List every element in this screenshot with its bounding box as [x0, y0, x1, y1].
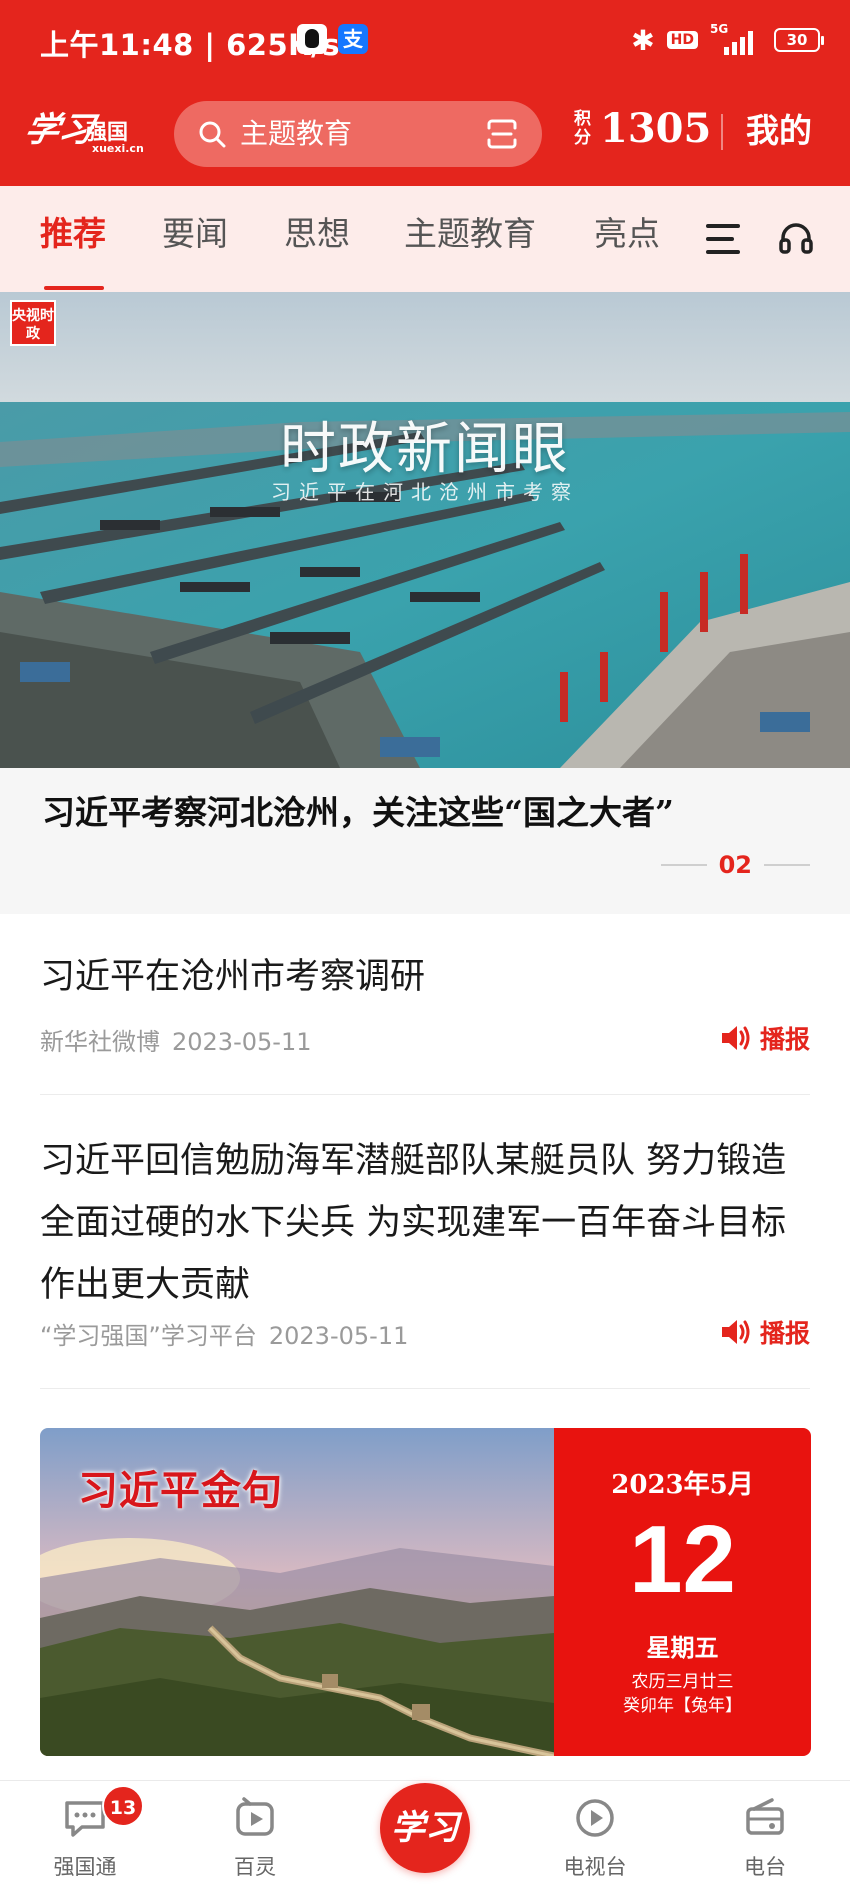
quote-title: 习近平金句 [78, 1467, 283, 1514]
article-title: 习近平回信勉励海军潜艇部队某艇员队 努力锻造全面过硬的水下尖兵 为实现建军一百年… [40, 1141, 787, 1305]
nav-label: 电台 [744, 1855, 786, 1879]
broadcast-label: 播报 [759, 1319, 810, 1348]
article-title: 习近平在沧州市考察调研 [40, 957, 426, 997]
status-right: ✱ HD 5G 30 [631, 20, 824, 60]
battery-icon: 30 [774, 28, 824, 52]
app-header: 上午11:48 | 625K/s 支 ✱ HD 5G 30 学习 强国 xuex… [0, 0, 850, 186]
radio-icon [746, 1798, 784, 1835]
tab-indicator [44, 286, 104, 290]
channel-tabs: 推荐 要闻 思想 主题教育 亮点 [0, 186, 850, 292]
menu-icon[interactable] [706, 224, 740, 254]
hd-icon: HD [666, 31, 698, 49]
hero-image [0, 292, 850, 768]
mine-button[interactable]: 我的 [746, 106, 812, 156]
page-indicator: 02 [660, 850, 810, 880]
search-icon [199, 121, 226, 148]
headphones-icon[interactable] [778, 220, 814, 256]
divider [721, 114, 723, 150]
lunar-date: 农历三月廿三 [631, 1672, 734, 1692]
qq-icon [297, 24, 327, 54]
alipay-icon: 支 [338, 24, 368, 54]
article-date: 2023-05-11 [268, 1322, 409, 1350]
score-label: 积分 [574, 109, 591, 148]
article-source: 新华社微博 [40, 1028, 160, 1056]
article-item[interactable]: 习近平在沧州市考察调研 新华社微博 2023-05-11 播报 [40, 946, 810, 1066]
nav-label: 强国通 [53, 1855, 117, 1879]
source-badge: 央视时政 [10, 300, 56, 346]
article-meta: 新华社微博 2023-05-11 [40, 1022, 311, 1057]
article-item[interactable]: 习近平回信勉励海军潜艇部队某艇员队 努力锻造全面过硬的水下尖兵 为实现建军一百年… [40, 1130, 810, 1350]
video-icon [236, 1797, 274, 1836]
hero-subtitle: 习近平在河北沧州市考察 [271, 480, 579, 504]
date-weekday: 星期五 [646, 1633, 719, 1662]
lunar-year: 癸卯年【兔年】 [623, 1696, 742, 1716]
hero-caption-text: 习近平考察河北沧州，关注这些“国之大者” [42, 793, 674, 832]
quote-card[interactable]: 习近平金句 2023年5月 12 星期五 农历三月廿三 癸卯年【兔年】 [40, 1428, 811, 1756]
scan-icon[interactable] [486, 118, 518, 150]
score-value: 1305 [600, 105, 712, 152]
broadcast-button[interactable]: 播报 [720, 1020, 810, 1056]
xuexi-home-button[interactable]: 学习 [380, 1783, 470, 1873]
status-bar: 上午11:48 | 625K/s 支 ✱ HD 5G 30 [0, 0, 850, 84]
nav-radio[interactable]: 电台 [680, 1781, 850, 1889]
nav-tv[interactable]: 电视台 [510, 1781, 680, 1889]
tab-recommend[interactable]: 推荐 [40, 212, 106, 256]
chat-icon [65, 1801, 105, 1837]
nav-bailing[interactable]: 百灵 [170, 1781, 340, 1889]
broadcast-label: 播报 [759, 1025, 810, 1054]
date-panel: 2023年5月 12 星期五 农历三月廿三 癸卯年【兔年】 [554, 1428, 811, 1756]
app-bar: 学习 强国 xuexi.cn 主题教育 积分 1305 我的 [0, 84, 850, 186]
tab-news[interactable]: 要闻 [162, 212, 228, 256]
speaker-icon [721, 1026, 750, 1050]
tab-thought[interactable]: 思想 [284, 212, 350, 256]
article-date: 2023-05-11 [172, 1028, 312, 1056]
logo-domain: xuexi.cn [92, 142, 144, 155]
nav-label: 百灵 [234, 1855, 276, 1879]
divider [40, 1388, 810, 1389]
search-placeholder: 主题教育 [240, 117, 353, 150]
nav-label: 电视台 [563, 1855, 627, 1879]
hero-caption[interactable]: 习近平考察河北沧州，关注这些“国之大者” 02 [0, 768, 850, 914]
article-source: “学习强国”学习平台 [40, 1322, 257, 1350]
unread-badge: 13 [102, 1785, 144, 1827]
play-circle-icon [576, 1799, 614, 1837]
date-lunar: 农历三月廿三 癸卯年【兔年】 [554, 1670, 811, 1718]
xuexi-logo[interactable]: 学习 强国 xuexi.cn [21, 102, 146, 162]
bluetooth-icon: ✱ [631, 23, 655, 57]
signal-icon: 5G [710, 23, 762, 57]
tab-highlights[interactable]: 亮点 [594, 212, 660, 256]
search-input[interactable]: 主题教育 [174, 101, 542, 167]
hero-title: 时政新闻眼 [280, 417, 570, 482]
divider [40, 1094, 810, 1095]
speaker-icon [721, 1320, 750, 1344]
article-meta: “学习强国”学习平台 2023-05-11 [40, 1316, 408, 1351]
hero-banner[interactable]: 央视时政 时政新闻眼 习近平在河北沧州市考察 [0, 292, 850, 768]
status-time: 上午11:48 | 625K/s [40, 28, 340, 62]
date-year-month: 2023年5月 [611, 1470, 754, 1500]
tab-theme-education[interactable]: 主题教育 [404, 212, 536, 256]
bottom-nav: 13 强国通 百灵 学习 电视台 电台 [0, 1780, 850, 1889]
page-number: 02 [718, 851, 752, 879]
nav-qiangguotong[interactable]: 13 强国通 [0, 1781, 170, 1889]
date-day: 12 [629, 1506, 736, 1613]
broadcast-button[interactable]: 播报 [720, 1314, 810, 1350]
